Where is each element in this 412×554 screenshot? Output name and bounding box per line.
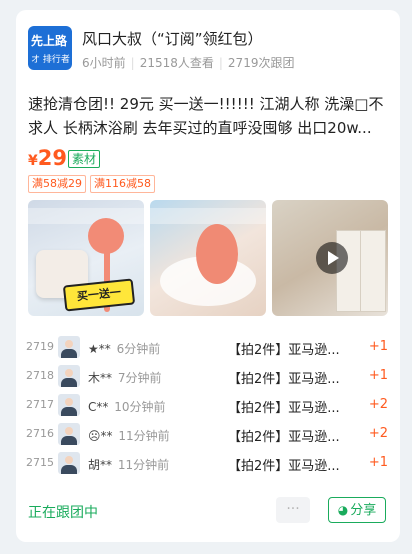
avatar-body [61, 436, 77, 445]
avatar-body [61, 378, 77, 387]
order-username: 胡** [88, 458, 113, 472]
order-user: 胡** 11分钟前 [88, 456, 169, 473]
order-item: 【拍2件】亚马逊... [228, 343, 340, 358]
user-avatar [58, 336, 80, 358]
order-row: 2716 ☹** 11分钟前 【拍2件】亚马逊... +2 [16, 423, 400, 447]
order-time: 11分钟前 [118, 429, 170, 443]
price-symbol: ¥ [28, 153, 38, 169]
product-box [360, 230, 386, 312]
product-video[interactable] [272, 200, 388, 316]
order-quantity: +2 [368, 426, 388, 441]
order-time: 6分钟前 [116, 342, 161, 356]
author-title[interactable]: 风口大叔（“订阅”领红包） [82, 28, 263, 49]
product-image-2[interactable] [150, 200, 266, 316]
avatar-face [65, 398, 73, 406]
order-item: 【拍2件】亚马逊... [228, 430, 340, 445]
share-button[interactable]: ◕ 分享 [328, 497, 386, 523]
avatar-face [65, 427, 73, 435]
avatar-face [65, 369, 73, 377]
order-quantity: +1 [368, 339, 388, 354]
order-rank: 2719 [26, 340, 54, 353]
order-rank: 2715 [26, 456, 54, 469]
avatar-face [65, 456, 73, 464]
coupon-badge: 满58减29 [28, 175, 86, 193]
user-avatar [58, 423, 80, 445]
order-rank: 2716 [26, 427, 54, 440]
order-username: C** [88, 400, 109, 414]
order-user: ☹** 11分钟前 [88, 427, 170, 444]
more-button[interactable]: ··· [276, 497, 310, 523]
meta-divider: | [218, 56, 223, 70]
order-item: 【拍2件】亚马逊... [228, 401, 340, 416]
order-row: 2715 胡** 11分钟前 【拍2件】亚马逊... +1 [16, 452, 400, 476]
order-rank: 2717 [26, 398, 54, 411]
order-time: 11分钟前 [117, 458, 170, 472]
order-user: C** 10分钟前 [88, 398, 166, 415]
order-time: 7分钟前 [117, 371, 162, 385]
order-user: ★** 6分钟前 [88, 340, 160, 357]
following-status[interactable]: 正在跟团中 [28, 502, 98, 522]
brush-head [196, 224, 238, 284]
order-username: 木** [88, 371, 113, 385]
post-time: 6小时前 [82, 56, 126, 70]
post-meta: 6小时前 | 21518人查看 | 2719次跟团 [82, 54, 294, 71]
author-avatar[interactable]: 先上路 オ 排行者 [28, 26, 72, 70]
order-rank: 2718 [26, 369, 54, 382]
order-row: 2718 木** 7分钟前 【拍2件】亚马逊... +1 [16, 365, 400, 389]
order-quantity: +1 [368, 368, 388, 383]
order-user: 木** 7分钟前 [88, 369, 161, 386]
post-headline[interactable]: 速抢清仓团!! 29元 买一送一!!!!!! 江湖人称 洗澡□不求人 长柄沐浴刷… [28, 92, 392, 140]
user-avatar [58, 452, 80, 474]
avatar-face [65, 340, 73, 348]
avatar-body [61, 349, 77, 358]
play-icon[interactable] [316, 242, 348, 274]
view-count: 21518人查看 [139, 56, 214, 70]
order-quantity: +2 [368, 397, 388, 412]
user-avatar [58, 394, 80, 416]
avatar-body [61, 407, 77, 416]
order-item: 【拍2件】亚马逊... [228, 372, 340, 387]
wechat-icon: ◕ [337, 503, 349, 517]
order-username: ★** [88, 342, 111, 356]
image-banner [150, 208, 266, 224]
order-username: ☹** [88, 429, 113, 443]
avatar-body [61, 465, 77, 474]
product-image-1[interactable]: 买一送一 [28, 200, 144, 316]
meta-divider: | [130, 56, 135, 70]
order-row: 2719 ★** 6分钟前 【拍2件】亚马逊... +1 [16, 336, 400, 360]
follow-count: 2719次跟团 [227, 56, 295, 70]
price-value: 29 [37, 146, 67, 170]
user-avatar [58, 365, 80, 387]
group-buy-card[interactable]: 先上路 オ 排行者 风口大叔（“订阅”领红包） 6小时前 | 21518人查看 | 27… [16, 10, 400, 542]
material-tag[interactable]: 素材 [68, 150, 101, 168]
order-quantity: +1 [368, 455, 388, 470]
share-label: 分享 [350, 503, 377, 518]
image-banner [28, 208, 144, 224]
brush-head [88, 218, 124, 254]
order-row: 2717 C** 10分钟前 【拍2件】亚马逊... +2 [16, 394, 400, 418]
coupon-badge: 满116减58 [90, 175, 155, 193]
price: ¥29 [28, 146, 67, 170]
avatar-logo-text: 先上路 [31, 34, 68, 48]
order-item: 【拍2件】亚马逊... [228, 459, 340, 474]
avatar-logo-subtext: オ 排行者 [31, 55, 70, 65]
order-time: 10分钟前 [114, 400, 166, 414]
